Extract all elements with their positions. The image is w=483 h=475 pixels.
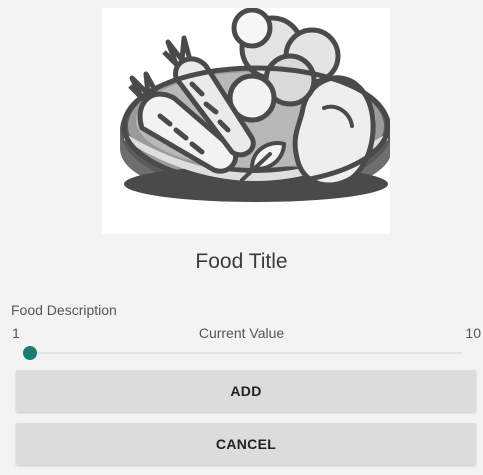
add-button[interactable]: ADD [16,370,476,412]
food-image [102,7,392,234]
food-detail-card: Food Title Food Description 1 Current Va… [0,0,483,475]
slider-max-label: 10 [465,325,481,341]
value-slider[interactable] [23,346,462,360]
food-bowl-icon [120,7,392,202]
food-title: Food Title [195,250,288,273]
slider-thumb[interactable] [23,346,37,360]
food-description: Food Description [11,302,117,318]
slider-current-label: Current Value [198,325,285,341]
cancel-button[interactable]: CANCEL [16,423,476,465]
